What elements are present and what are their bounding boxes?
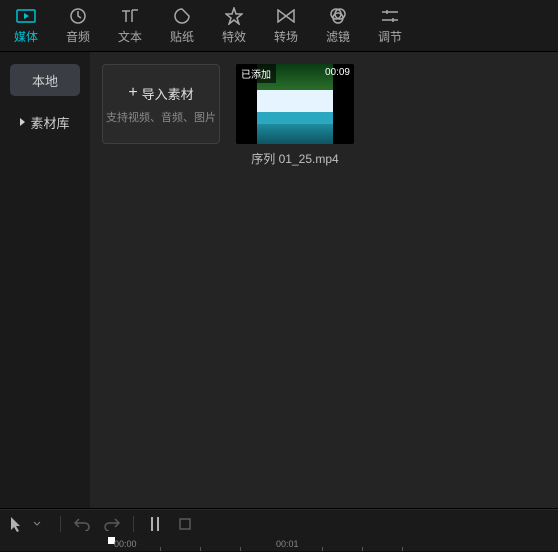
tab-effect-label: 特效 bbox=[222, 28, 246, 45]
timeline-toolbar bbox=[0, 509, 558, 537]
clip-thumbnail: 已添加 00:09 bbox=[236, 64, 354, 144]
text-icon bbox=[120, 6, 140, 26]
tab-audio[interactable]: 音频 bbox=[52, 0, 104, 51]
tab-effect[interactable]: 特效 bbox=[208, 0, 260, 51]
effect-icon bbox=[224, 6, 244, 26]
tab-transition[interactable]: 转场 bbox=[260, 0, 312, 51]
sidebar-item-label: 素材库 bbox=[30, 113, 69, 132]
tab-filter[interactable]: 滤镜 bbox=[312, 0, 364, 51]
tab-audio-label: 音频 bbox=[66, 28, 90, 45]
import-title: 导入素材 bbox=[142, 84, 194, 103]
audio-icon bbox=[68, 6, 88, 26]
adjust-icon bbox=[380, 6, 400, 26]
sidebar-item-label: 本地 bbox=[32, 71, 58, 90]
timeline: 00:00 00:01 bbox=[0, 508, 558, 551]
tab-filter-label: 滤镜 bbox=[326, 28, 350, 45]
plus-icon: + bbox=[128, 85, 137, 101]
tab-sticker[interactable]: 贴纸 bbox=[156, 0, 208, 51]
crop-tool[interactable] bbox=[172, 513, 198, 535]
sticker-icon bbox=[172, 6, 192, 26]
time-label: 00:01 bbox=[276, 539, 299, 549]
media-panel: + 导入素材 支持视频、音频、图片 已添加 00:09 序列 01_25.mp4 bbox=[90, 52, 558, 508]
tab-transition-label: 转场 bbox=[274, 28, 298, 45]
media-icon bbox=[16, 6, 36, 26]
tab-media-label: 媒体 bbox=[14, 28, 38, 45]
tab-adjust-label: 调节 bbox=[378, 28, 402, 45]
tab-text-label: 文本 bbox=[118, 28, 142, 45]
tab-sticker-label: 贴纸 bbox=[170, 28, 194, 45]
top-tab-bar: 媒体 音频 文本 贴纸 特效 转场 滤镜 调节 bbox=[0, 0, 558, 52]
time-ruler[interactable]: 00:00 00:01 bbox=[100, 537, 558, 552]
import-media-button[interactable]: + 导入素材 支持视频、音频、图片 bbox=[102, 64, 220, 144]
split-tool[interactable] bbox=[142, 513, 168, 535]
tab-adjust[interactable]: 调节 bbox=[364, 0, 416, 51]
tab-media[interactable]: 媒体 bbox=[0, 0, 52, 51]
transition-icon bbox=[276, 6, 296, 26]
pointer-tool[interactable] bbox=[6, 513, 26, 535]
divider bbox=[133, 516, 134, 532]
clip-duration: 00:09 bbox=[325, 67, 350, 78]
clip-filename: 序列 01_25.mp4 bbox=[251, 150, 338, 167]
chevron-right-icon bbox=[20, 118, 25, 126]
tab-text[interactable]: 文本 bbox=[104, 0, 156, 51]
sidebar-item-library[interactable]: 素材库 bbox=[10, 106, 80, 138]
added-badge: 已添加 bbox=[236, 64, 276, 83]
tool-dropdown[interactable] bbox=[30, 513, 44, 535]
sidebar-item-local[interactable]: 本地 bbox=[10, 64, 80, 96]
undo-button[interactable] bbox=[69, 513, 95, 535]
media-clip[interactable]: 已添加 00:09 序列 01_25.mp4 bbox=[236, 64, 354, 167]
time-label: 00:00 bbox=[114, 539, 137, 549]
sidebar: 本地 素材库 bbox=[0, 52, 90, 508]
import-subtitle: 支持视频、音频、图片 bbox=[106, 109, 216, 125]
divider bbox=[60, 516, 61, 532]
filter-icon bbox=[328, 6, 348, 26]
redo-button[interactable] bbox=[99, 513, 125, 535]
